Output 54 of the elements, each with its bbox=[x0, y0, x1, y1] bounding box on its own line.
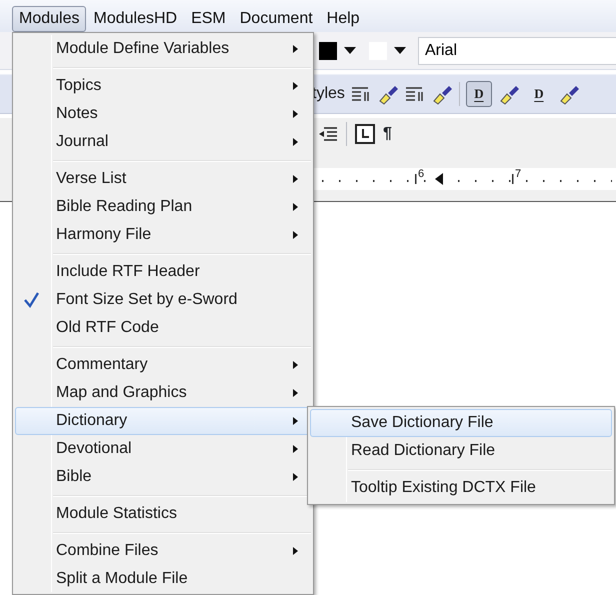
submenu-arrow-icon bbox=[293, 175, 298, 183]
menu-item[interactable]: Font Size Set by e-Sword bbox=[15, 286, 311, 314]
submenu-arrow-icon bbox=[293, 45, 298, 53]
dropdown-arrow-icon[interactable] bbox=[344, 46, 356, 54]
menu-item[interactable]: Split a Module File bbox=[15, 565, 311, 593]
submenu-arrow-icon bbox=[293, 82, 298, 90]
menu-item[interactable]: Old RTF Code bbox=[15, 314, 311, 342]
submenu-arrow-icon bbox=[293, 361, 298, 369]
submenu-arrow-icon bbox=[293, 231, 298, 239]
menu-item[interactable]: Document bbox=[232, 6, 320, 32]
menu-item[interactable]: Help bbox=[320, 6, 367, 32]
menu-item[interactable]: Include RTF Header bbox=[15, 258, 311, 286]
ruler-number: 6 bbox=[418, 167, 424, 182]
menu-item[interactable]: Commentary bbox=[15, 351, 311, 379]
outdent-icon[interactable] bbox=[318, 126, 338, 142]
menu-item[interactable]: Bible Reading Plan bbox=[15, 193, 311, 221]
menu-item[interactable]: Bible bbox=[15, 463, 311, 491]
submenu-arrow-icon bbox=[293, 473, 298, 481]
brush-icon[interactable] bbox=[430, 83, 453, 105]
menu-item[interactable]: Map and Graphics bbox=[15, 379, 311, 407]
menu-item[interactable]: Module Define Variables bbox=[15, 35, 311, 63]
menu-item[interactable]: Modules bbox=[12, 6, 86, 32]
character-style-button[interactable]: D bbox=[526, 81, 552, 107]
menu-item[interactable]: Read Dictionary File bbox=[310, 437, 612, 465]
brush-icon[interactable] bbox=[498, 83, 520, 105]
submenu-arrow-icon bbox=[293, 203, 298, 211]
menu-item[interactable]: Save Dictionary File bbox=[310, 409, 612, 437]
submenu-arrow-icon bbox=[293, 445, 298, 453]
submenu-arrow-icon bbox=[293, 547, 298, 555]
submenu-arrow-icon bbox=[293, 138, 298, 146]
submenu-arrow-icon bbox=[293, 389, 298, 397]
menu-item[interactable]: Journal bbox=[15, 128, 311, 156]
submenu-arrow-icon bbox=[293, 417, 298, 425]
menu-item[interactable]: Module Statistics bbox=[15, 500, 311, 528]
tab-stop-icon[interactable] bbox=[355, 124, 375, 144]
brush-icon[interactable] bbox=[558, 83, 580, 105]
menu-item[interactable]: Devotional bbox=[15, 435, 311, 463]
pilcrow-button[interactable]: ¶ bbox=[383, 122, 392, 146]
menu-item[interactable]: Verse List bbox=[15, 165, 311, 193]
character-style-button[interactable]: D bbox=[466, 81, 492, 107]
menu-item[interactable]: Notes bbox=[15, 100, 311, 128]
indent-marker-icon[interactable] bbox=[435, 173, 443, 185]
brush-icon[interactable] bbox=[376, 83, 399, 105]
menu-item[interactable]: Tooltip Existing DCTX File bbox=[310, 474, 612, 502]
text-color-icon[interactable] bbox=[318, 40, 338, 60]
menu-item[interactable]: Harmony File bbox=[15, 221, 311, 249]
menu-item[interactable]: ESM bbox=[184, 6, 233, 32]
submenu-arrow-icon bbox=[293, 110, 298, 118]
menu-item[interactable]: Combine Files bbox=[15, 537, 311, 565]
ruler-number: 7 bbox=[515, 167, 522, 182]
dropdown-arrow-icon[interactable] bbox=[394, 46, 406, 54]
menu-item[interactable]: Topics bbox=[15, 72, 311, 100]
menu-item[interactable]: ModulesHD bbox=[86, 6, 184, 32]
font-name-field[interactable]: Arial bbox=[418, 36, 616, 64]
